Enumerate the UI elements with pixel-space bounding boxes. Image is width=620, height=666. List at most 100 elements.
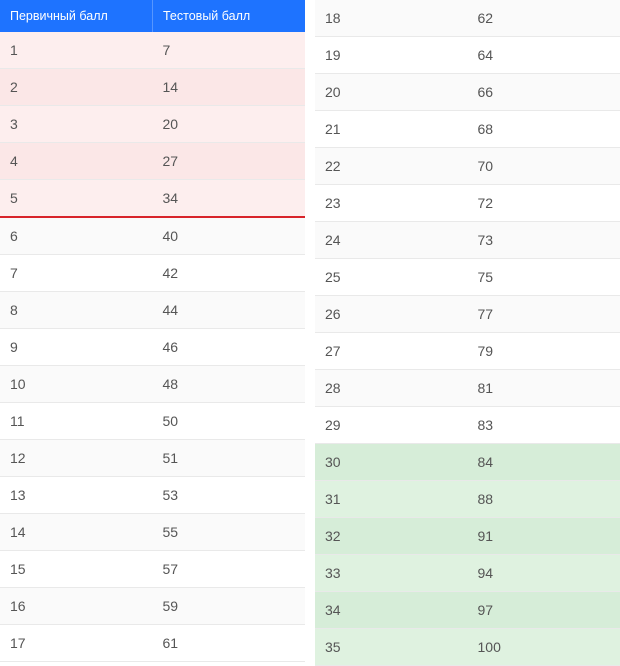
table-row: 640 xyxy=(0,218,305,255)
test-score-cell: 84 xyxy=(468,444,620,480)
test-score-cell: 97 xyxy=(468,592,620,628)
table-row: 2575 xyxy=(315,259,620,296)
table-row: 3084 xyxy=(315,444,620,481)
left-rows-container: 1721432042753464074284494610481150125113… xyxy=(0,32,305,662)
table-row: 3291 xyxy=(315,518,620,555)
table-row: 534 xyxy=(0,180,305,218)
test-score-cell: 59 xyxy=(153,588,306,624)
primary-score-cell: 27 xyxy=(315,333,468,369)
test-score-cell: 64 xyxy=(468,37,620,73)
test-score-cell: 14 xyxy=(153,69,306,105)
primary-score-cell: 32 xyxy=(315,518,468,554)
test-score-cell: 20 xyxy=(153,106,306,142)
table-row: 1251 xyxy=(0,440,305,477)
test-score-cell: 70 xyxy=(468,148,620,184)
primary-score-cell: 7 xyxy=(0,255,153,291)
table-row: 3497 xyxy=(315,592,620,629)
primary-score-cell: 28 xyxy=(315,370,468,406)
test-score-cell: 7 xyxy=(153,32,306,68)
test-score-cell: 72 xyxy=(468,185,620,221)
primary-score-cell: 24 xyxy=(315,222,468,258)
left-column: Первичный балл Тестовый балл 17214320427… xyxy=(0,0,305,645)
primary-score-cell: 21 xyxy=(315,111,468,147)
test-score-cell: 79 xyxy=(468,333,620,369)
test-score-cell: 46 xyxy=(153,329,306,365)
primary-score-cell: 13 xyxy=(0,477,153,513)
table-row: 1761 xyxy=(0,625,305,662)
table-row: 2677 xyxy=(315,296,620,333)
test-score-cell: 57 xyxy=(153,551,306,587)
primary-score-cell: 15 xyxy=(0,551,153,587)
table-row: 844 xyxy=(0,292,305,329)
test-score-cell: 88 xyxy=(468,481,620,517)
primary-score-cell: 3 xyxy=(0,106,153,142)
header-test-score: Тестовый балл xyxy=(153,0,305,32)
test-score-cell: 83 xyxy=(468,407,620,443)
primary-score-cell: 1 xyxy=(0,32,153,68)
right-rows-container: 1862196420662168227023722473257526772779… xyxy=(315,0,620,666)
right-column: 1862196420662168227023722473257526772779… xyxy=(315,0,620,645)
primary-score-cell: 16 xyxy=(0,588,153,624)
primary-score-cell: 10 xyxy=(0,366,153,402)
primary-score-cell: 12 xyxy=(0,440,153,476)
primary-score-cell: 6 xyxy=(0,218,153,254)
test-score-cell: 66 xyxy=(468,74,620,110)
table-row: 35100 xyxy=(315,629,620,666)
test-score-cell: 42 xyxy=(153,255,306,291)
table-row: 946 xyxy=(0,329,305,366)
table-row: 1557 xyxy=(0,551,305,588)
table-row: 2881 xyxy=(315,370,620,407)
test-score-cell: 53 xyxy=(153,477,306,513)
table-row: 214 xyxy=(0,69,305,106)
primary-score-cell: 30 xyxy=(315,444,468,480)
primary-score-cell: 18 xyxy=(315,0,468,36)
primary-score-cell: 2 xyxy=(0,69,153,105)
header-primary-score: Первичный балл xyxy=(0,0,153,32)
table-row: 2066 xyxy=(315,74,620,111)
table-row: 17 xyxy=(0,32,305,69)
table-row: 2473 xyxy=(315,222,620,259)
test-score-cell: 50 xyxy=(153,403,306,439)
test-score-cell: 91 xyxy=(468,518,620,554)
test-score-cell: 40 xyxy=(153,218,306,254)
primary-score-cell: 26 xyxy=(315,296,468,332)
table-row: 427 xyxy=(0,143,305,180)
primary-score-cell: 20 xyxy=(315,74,468,110)
primary-score-cell: 4 xyxy=(0,143,153,179)
table-row: 2983 xyxy=(315,407,620,444)
test-score-cell: 68 xyxy=(468,111,620,147)
primary-score-cell: 35 xyxy=(315,629,468,665)
table-row: 2168 xyxy=(315,111,620,148)
test-score-cell: 34 xyxy=(153,180,306,216)
table-row: 1862 xyxy=(315,0,620,37)
test-score-cell: 62 xyxy=(468,0,620,36)
test-score-cell: 44 xyxy=(153,292,306,328)
table-header-row: Первичный балл Тестовый балл xyxy=(0,0,305,32)
primary-score-cell: 11 xyxy=(0,403,153,439)
primary-score-cell: 34 xyxy=(315,592,468,628)
primary-score-cell: 8 xyxy=(0,292,153,328)
table-row: 1455 xyxy=(0,514,305,551)
test-score-cell: 55 xyxy=(153,514,306,550)
table-row: 2270 xyxy=(315,148,620,185)
primary-score-cell: 29 xyxy=(315,407,468,443)
primary-score-cell: 17 xyxy=(0,625,153,661)
table-row: 320 xyxy=(0,106,305,143)
test-score-cell: 81 xyxy=(468,370,620,406)
test-score-cell: 51 xyxy=(153,440,306,476)
test-score-cell: 94 xyxy=(468,555,620,591)
table-row: 1353 xyxy=(0,477,305,514)
test-score-cell: 27 xyxy=(153,143,306,179)
primary-score-cell: 23 xyxy=(315,185,468,221)
table-row: 742 xyxy=(0,255,305,292)
primary-score-cell: 19 xyxy=(315,37,468,73)
test-score-cell: 77 xyxy=(468,296,620,332)
table-row: 3394 xyxy=(315,555,620,592)
test-score-cell: 61 xyxy=(153,625,306,661)
test-score-cell: 100 xyxy=(468,629,620,665)
table-row: 2779 xyxy=(315,333,620,370)
table-row: 1048 xyxy=(0,366,305,403)
table-row: 1150 xyxy=(0,403,305,440)
table-row: 1659 xyxy=(0,588,305,625)
primary-score-cell: 22 xyxy=(315,148,468,184)
